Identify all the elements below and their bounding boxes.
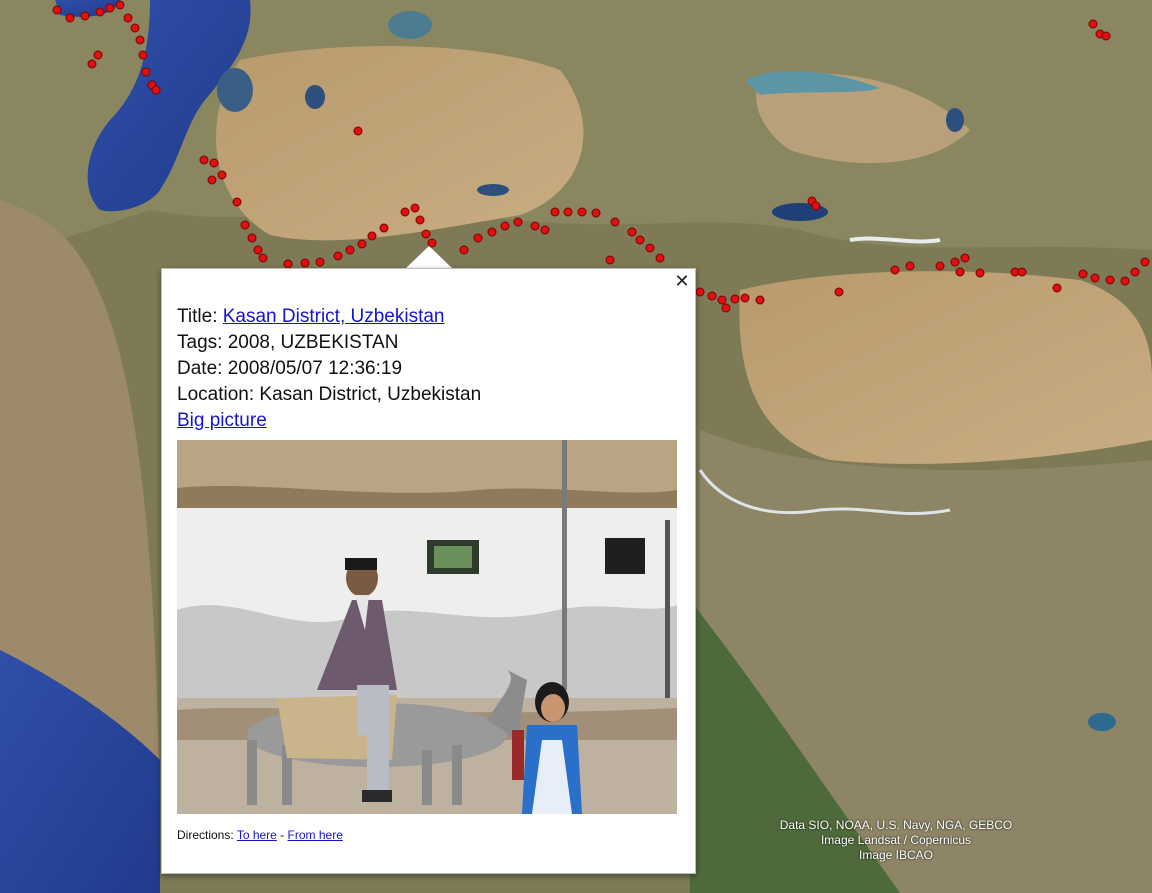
date-label: Date:	[177, 358, 223, 379]
balloon-pointer	[405, 246, 453, 269]
title-label: Title:	[177, 306, 218, 327]
close-icon[interactable]: ✕	[673, 273, 691, 291]
directions-label: Directions:	[177, 828, 234, 842]
balloon-info: Title: Kasan District, Uzbekistan Tags: …	[177, 304, 481, 434]
tags-label: Tags:	[177, 332, 223, 353]
attribution-line: Image Landsat / Copernicus	[820, 833, 972, 847]
photo[interactable]	[177, 440, 677, 814]
big-picture-link[interactable]: Big picture	[177, 410, 267, 431]
from-here-link[interactable]: From here	[288, 828, 343, 842]
title-link[interactable]: Kasan District, Uzbekistan	[223, 306, 445, 327]
attribution-line: Data SIO, NOAA, U.S. Navy, NGA, GEBCO	[779, 818, 1013, 832]
attribution-line: Image IBCAO	[858, 848, 934, 862]
directions: Directions: To here - From here	[177, 828, 343, 842]
location-label: Location:	[177, 384, 255, 405]
map-attribution: Data SIO, NOAA, U.S. Navy, NGA, GEBCO Im…	[760, 818, 1032, 863]
location-value: Kasan District, Uzbekistan	[259, 384, 482, 405]
info-balloon: ✕ Title: Kasan District, Uzbekistan Tags…	[161, 268, 696, 874]
tags-value: 2008, UZBEKISTAN	[227, 332, 399, 353]
date-value: 2008/05/07 12:36:19	[227, 358, 403, 379]
directions-separator: -	[280, 828, 285, 842]
to-here-link[interactable]: To here	[237, 828, 277, 842]
